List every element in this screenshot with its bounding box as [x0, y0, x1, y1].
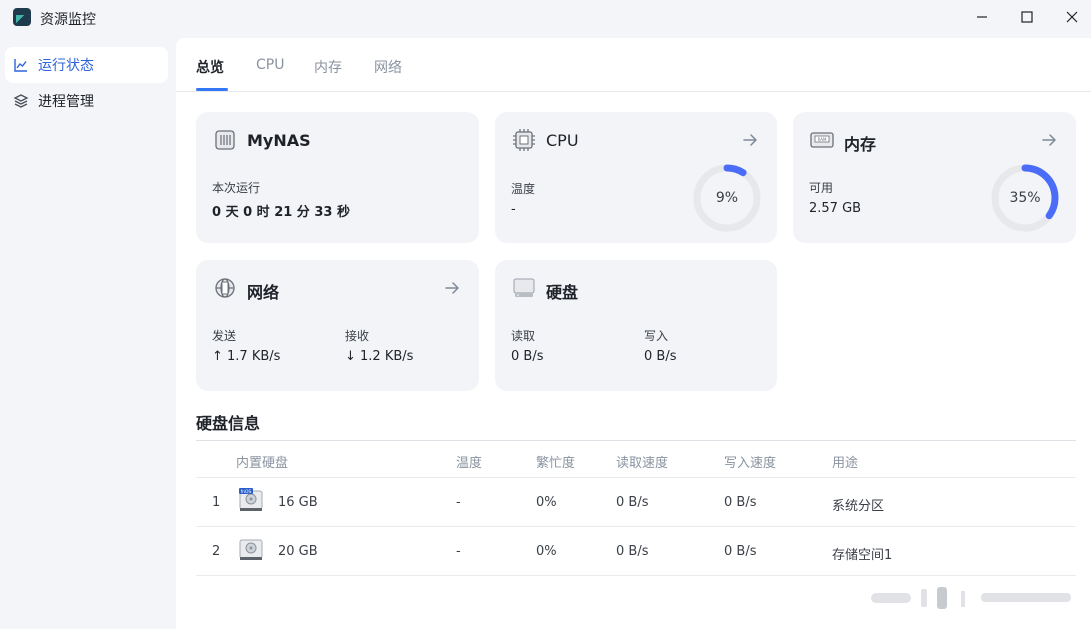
cpu-temp-value: -: [511, 202, 516, 217]
tab-indicator: [196, 88, 228, 91]
network-send-value: ↑ 1.7 KB/s: [212, 349, 281, 364]
disk-read-speed: 0 B/s: [616, 544, 649, 559]
disk-temp: -: [456, 495, 461, 510]
network-title: 网络: [247, 283, 280, 302]
row-index: 2: [212, 544, 221, 559]
disk-usage: 系统分区: [832, 499, 885, 514]
disk-title: 硬盘: [546, 283, 579, 302]
watermark-graphic: [871, 587, 1071, 609]
sidebar: 运行状态 进程管理: [0, 36, 176, 629]
sidebar-item-label: 运行状态: [38, 58, 94, 74]
tab-memory[interactable]: 内存: [314, 57, 342, 77]
cpu-usage-percent: 9%: [715, 190, 739, 206]
network-card[interactable]: 网络 发送 ↑ 1.7 KB/s 接收 ↓ 1.2 KB/s: [196, 260, 479, 391]
tab-network[interactable]: 网络: [374, 57, 402, 77]
hard-drive-icon: [239, 539, 263, 560]
nas-device-icon: [213, 128, 237, 152]
memory-title: 内存: [844, 135, 877, 154]
cpu-title: CPU: [546, 131, 579, 150]
sidebar-item-status[interactable]: 运行状态: [5, 47, 168, 83]
ram-chip-icon: RAM: [810, 128, 834, 152]
memory-card[interactable]: RAM 内存 可用 2.57 GB 35%: [793, 112, 1076, 243]
disk-read-label: 读取: [511, 329, 536, 343]
memory-usage-percent: 35%: [1009, 190, 1041, 206]
system-card: MyNAS 本次运行 0 天 0 时 21 分 33 秒: [196, 112, 479, 243]
close-button[interactable]: [1060, 6, 1084, 28]
disk-busy: 0%: [536, 495, 557, 510]
sidebar-item-label: 进程管理: [38, 94, 94, 110]
disk-busy: 0%: [536, 544, 557, 559]
disk-write-speed: 0 B/s: [724, 495, 757, 510]
disk-info-title: 硬盘信息: [196, 414, 261, 433]
svg-text:fnOS: fnOS: [241, 489, 252, 495]
column-header-busy: 繁忙度: [536, 456, 576, 471]
column-header-usage: 用途: [832, 456, 859, 471]
divider: [196, 477, 1076, 478]
layers-icon: [13, 93, 29, 109]
disk-write-speed: 0 B/s: [724, 544, 757, 559]
chart-line-icon: [13, 57, 29, 73]
arrow-right-icon[interactable]: [741, 131, 759, 149]
memory-available-value: 2.57 GB: [809, 201, 862, 216]
memory-available-label: 可用: [809, 181, 834, 195]
disk-card: 硬盘 读取 0 B/s 写入 0 B/s: [495, 260, 777, 391]
uptime-value: 0 天 0 时 21 分 33 秒: [212, 205, 350, 220]
column-header-temp: 温度: [456, 456, 483, 471]
maximize-button[interactable]: [1015, 6, 1039, 28]
cpu-chip-icon: [512, 128, 536, 152]
divider: [196, 526, 1076, 527]
disk-write-value: 0 B/s: [644, 349, 677, 364]
title-bar: 资源监控: [0, 0, 1091, 36]
cpu-card[interactable]: CPU 温度 - 9%: [495, 112, 777, 243]
disk-write-label: 写入: [644, 329, 669, 343]
tab-overview[interactable]: 总览: [196, 57, 224, 77]
uptime-label: 本次运行: [212, 181, 261, 195]
network-receive-value: ↓ 1.2 KB/s: [345, 349, 414, 364]
column-header-write: 写入速度: [724, 456, 777, 471]
disk-size: 16 GB: [278, 495, 318, 510]
disk-temp: -: [456, 544, 461, 559]
arrow-right-icon[interactable]: [1040, 131, 1058, 149]
hard-drive-icon: [512, 276, 536, 300]
disk-usage: 存储空间1: [832, 548, 893, 563]
network-send-label: 发送: [212, 329, 237, 343]
column-header-read: 读取速度: [616, 456, 669, 471]
main-panel: 总览 CPU 内存 网络 MyNAS 本次运行 0 天 0 时 21 分 33 …: [176, 38, 1091, 629]
arrow-right-icon[interactable]: [443, 279, 461, 297]
divider: [196, 575, 1076, 576]
column-header-drive: 内置硬盘: [236, 456, 289, 471]
disk-read-value: 0 B/s: [511, 349, 544, 364]
tab-bar: 总览 CPU 内存 网络: [176, 38, 1091, 92]
tab-cpu[interactable]: CPU: [256, 57, 284, 73]
disk-read-speed: 0 B/s: [616, 495, 649, 510]
row-index: 1: [212, 495, 221, 510]
sidebar-item-processes[interactable]: 进程管理: [5, 83, 168, 119]
divider: [196, 440, 1076, 441]
app-logo-icon: [13, 8, 31, 26]
disk-size: 20 GB: [278, 544, 318, 559]
minimize-button[interactable]: [970, 6, 994, 28]
network-receive-label: 接收: [345, 329, 370, 343]
window-title: 资源监控: [40, 12, 96, 28]
svg-text:RAM: RAM: [818, 137, 827, 142]
cpu-temp-label: 温度: [511, 182, 536, 196]
hard-drive-icon: fnOS: [239, 488, 263, 511]
system-name: MyNAS: [247, 131, 311, 150]
globe-icon: [213, 276, 237, 300]
